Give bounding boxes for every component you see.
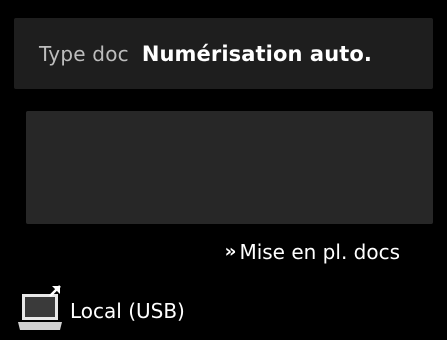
destination-label: Local (USB) bbox=[70, 299, 185, 323]
document-type-value: Numérisation auto. bbox=[141, 41, 372, 66]
document-type-label: Type doc bbox=[39, 41, 129, 66]
load-documents-button[interactable]: ›› Mise en pl. docs bbox=[225, 240, 400, 264]
save-destination[interactable]: Local (USB) bbox=[16, 284, 185, 332]
scan-preview-area bbox=[26, 111, 433, 224]
computer-icon bbox=[18, 285, 62, 330]
load-documents-label: Mise en pl. docs bbox=[239, 240, 400, 264]
double-chevron-right-icon: ›› bbox=[224, 241, 237, 262]
document-type-setting[interactable]: Type doc Numérisation auto. bbox=[14, 18, 433, 89]
scan-screen: Type doc Numérisation auto. ›› Mise en p… bbox=[0, 0, 447, 340]
